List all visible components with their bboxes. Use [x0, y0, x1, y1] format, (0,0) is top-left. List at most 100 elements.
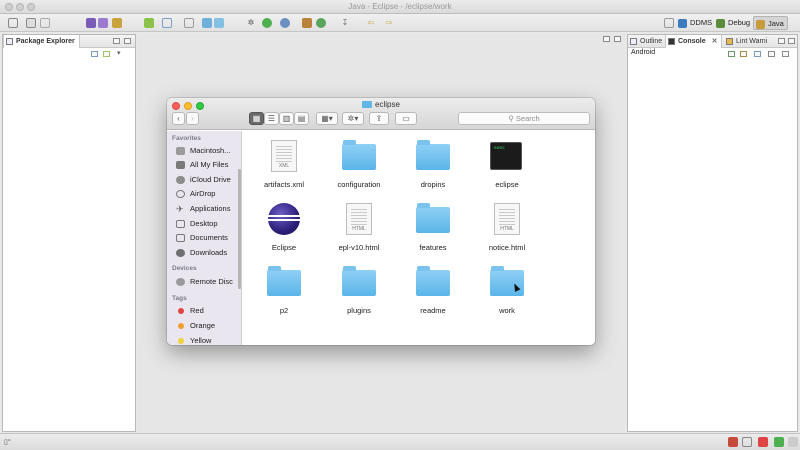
- minimize-icon[interactable]: [778, 38, 785, 44]
- new-class-icon[interactable]: [316, 18, 326, 28]
- error-indicator-icon[interactable]: [728, 437, 738, 447]
- debug-icon[interactable]: ✲: [246, 18, 256, 28]
- sidebar-item-label: Orange: [190, 321, 216, 330]
- file-item[interactable]: dropins: [396, 136, 470, 194]
- perspective-ddms[interactable]: DDMS: [676, 16, 715, 30]
- list-view-button[interactable]: ☰: [264, 112, 279, 125]
- sidebar-item-downloads[interactable]: Downloads: [176, 247, 227, 259]
- lint-icon[interactable]: [112, 18, 122, 28]
- edit-tags-button[interactable]: ▭: [395, 112, 417, 125]
- finder-window: eclipse ‹ › ▦ ☰ ▥ ▤ ▦▾ ✲▾ ⇪ ▭ ⚲ Search F…: [167, 98, 595, 345]
- window-title: Java - Eclipse - /eclipse/work: [348, 2, 452, 11]
- sidebar-item-desktop[interactable]: Desktop: [176, 218, 218, 230]
- editor-maximize-icon[interactable]: [614, 36, 621, 42]
- external-tools-icon[interactable]: [280, 18, 290, 28]
- next-annotation-icon[interactable]: ↧: [340, 18, 350, 28]
- forward-icon[interactable]: ⇨: [384, 18, 394, 28]
- red-tag-dot-icon: [178, 308, 184, 314]
- sidebar-item-applications[interactable]: ✈ Applications: [176, 203, 230, 215]
- sidebar-tag-red[interactable]: Red: [176, 305, 204, 317]
- file-item[interactable]: HTML notice.html: [470, 199, 544, 257]
- tab-lint-warnings[interactable]: Lint Warni: [724, 35, 771, 48]
- action-gear-button[interactable]: ✲▾: [342, 112, 364, 125]
- sidebar-item-label: Applications: [190, 204, 231, 213]
- sidebar-item-all-my-files[interactable]: All My Files: [176, 159, 228, 171]
- new-package-icon[interactable]: [302, 18, 312, 28]
- new-xml-icon[interactable]: [184, 18, 194, 28]
- open-console-icon[interactable]: [768, 51, 775, 57]
- sidebar-item-label: Yellow: [190, 336, 212, 345]
- sidebar-item-airdrop[interactable]: AirDrop: [176, 188, 215, 200]
- all-files-icon: [176, 161, 185, 169]
- perspective-debug[interactable]: Debug: [714, 16, 753, 30]
- sidebar-scrollbar[interactable]: [238, 169, 241, 289]
- maximize-icon[interactable]: [124, 38, 131, 44]
- orange-tag-dot-icon: [178, 323, 184, 329]
- back-icon[interactable]: ⇦: [366, 18, 376, 28]
- run-icon[interactable]: [262, 18, 272, 28]
- android-project-icon[interactable]: [144, 18, 154, 28]
- avd-manager-icon[interactable]: [98, 18, 108, 28]
- print-icon[interactable]: [40, 18, 50, 28]
- link-editor-icon[interactable]: [103, 51, 110, 57]
- sidebar-item-label: Downloads: [190, 248, 228, 257]
- tab-package-explorer[interactable]: Package Explorer: [3, 35, 80, 48]
- scroll-lock-icon[interactable]: [728, 51, 735, 57]
- tab-console[interactable]: Console ✕: [665, 35, 723, 48]
- sidebar-tag-yellow[interactable]: Yellow: [176, 335, 211, 345]
- perspective-java[interactable]: Java: [753, 16, 788, 30]
- sidebar-tag-orange[interactable]: Orange: [176, 320, 215, 332]
- console-minimize-icon[interactable]: [782, 51, 789, 57]
- sidebar-item-label: All My Files: [190, 160, 229, 169]
- editor-minimize-icon[interactable]: [603, 36, 610, 42]
- file-item[interactable]: Eclipse: [247, 199, 321, 257]
- sidebar-item-remote-disc[interactable]: Remote Disc: [176, 276, 233, 288]
- share-button[interactable]: ⇪: [369, 112, 389, 125]
- file-item[interactable]: configuration: [322, 136, 396, 194]
- arrange-button[interactable]: ▦▾: [316, 112, 338, 125]
- heap-status-icon[interactable]: [758, 437, 768, 447]
- tab-outline[interactable]: Outline: [628, 35, 666, 48]
- status-bar: ▯°: [0, 433, 800, 450]
- pin-console-icon[interactable]: [740, 51, 747, 57]
- sidebar-item-documents[interactable]: Documents: [176, 232, 228, 244]
- cover-flow-button[interactable]: ▤: [294, 112, 309, 125]
- sidebar-item-macintosh-hd[interactable]: Macintosh...: [176, 145, 230, 157]
- maximize-icon[interactable]: [788, 38, 795, 44]
- display-console-icon[interactable]: [754, 51, 761, 57]
- file-item[interactable]: work: [470, 262, 544, 320]
- android-sdk-icon[interactable]: [86, 18, 96, 28]
- sidebar-item-icloud-drive[interactable]: iCloud Drive: [176, 174, 231, 186]
- android-device-icon[interactable]: [774, 437, 784, 447]
- toggle-block-icon[interactable]: [214, 18, 224, 28]
- file-item[interactable]: features: [396, 199, 470, 257]
- sidebar-item-label: Macintosh...: [190, 146, 231, 155]
- devices-header: Devices: [172, 265, 197, 272]
- toggle-mark-icon[interactable]: [202, 18, 212, 28]
- file-item[interactable]: exec eclipse: [470, 136, 544, 194]
- new-test-icon[interactable]: [162, 18, 172, 28]
- icon-view-button[interactable]: ▦: [249, 112, 264, 125]
- forward-button[interactable]: ›: [186, 112, 199, 125]
- view-menu-icon[interactable]: ▾: [117, 50, 124, 57]
- save-icon[interactable]: [26, 18, 36, 28]
- status-menu-icon[interactable]: [788, 437, 798, 447]
- file-item[interactable]: p2: [247, 262, 321, 320]
- file-item[interactable]: plugins: [322, 262, 396, 320]
- file-item[interactable]: HTML epl-v10.html: [322, 199, 396, 257]
- file-item[interactable]: XML artifacts.xml: [247, 136, 321, 194]
- open-perspective-icon[interactable]: [664, 18, 674, 28]
- minimize-icon[interactable]: [113, 38, 120, 44]
- column-view-button[interactable]: ▥: [279, 112, 294, 125]
- yellow-tag-dot-icon: [178, 338, 184, 344]
- close-tab-icon[interactable]: ✕: [712, 38, 718, 45]
- new-file-icon[interactable]: [8, 18, 18, 28]
- task-icon[interactable]: [742, 437, 752, 447]
- finder-title-text: eclipse: [375, 100, 400, 109]
- file-label: work: [499, 306, 515, 315]
- folder-icon: [267, 266, 301, 296]
- back-button[interactable]: ‹: [172, 112, 185, 125]
- file-item[interactable]: readme: [396, 262, 470, 320]
- collapse-all-icon[interactable]: [91, 51, 98, 57]
- search-field[interactable]: ⚲ Search: [458, 112, 590, 125]
